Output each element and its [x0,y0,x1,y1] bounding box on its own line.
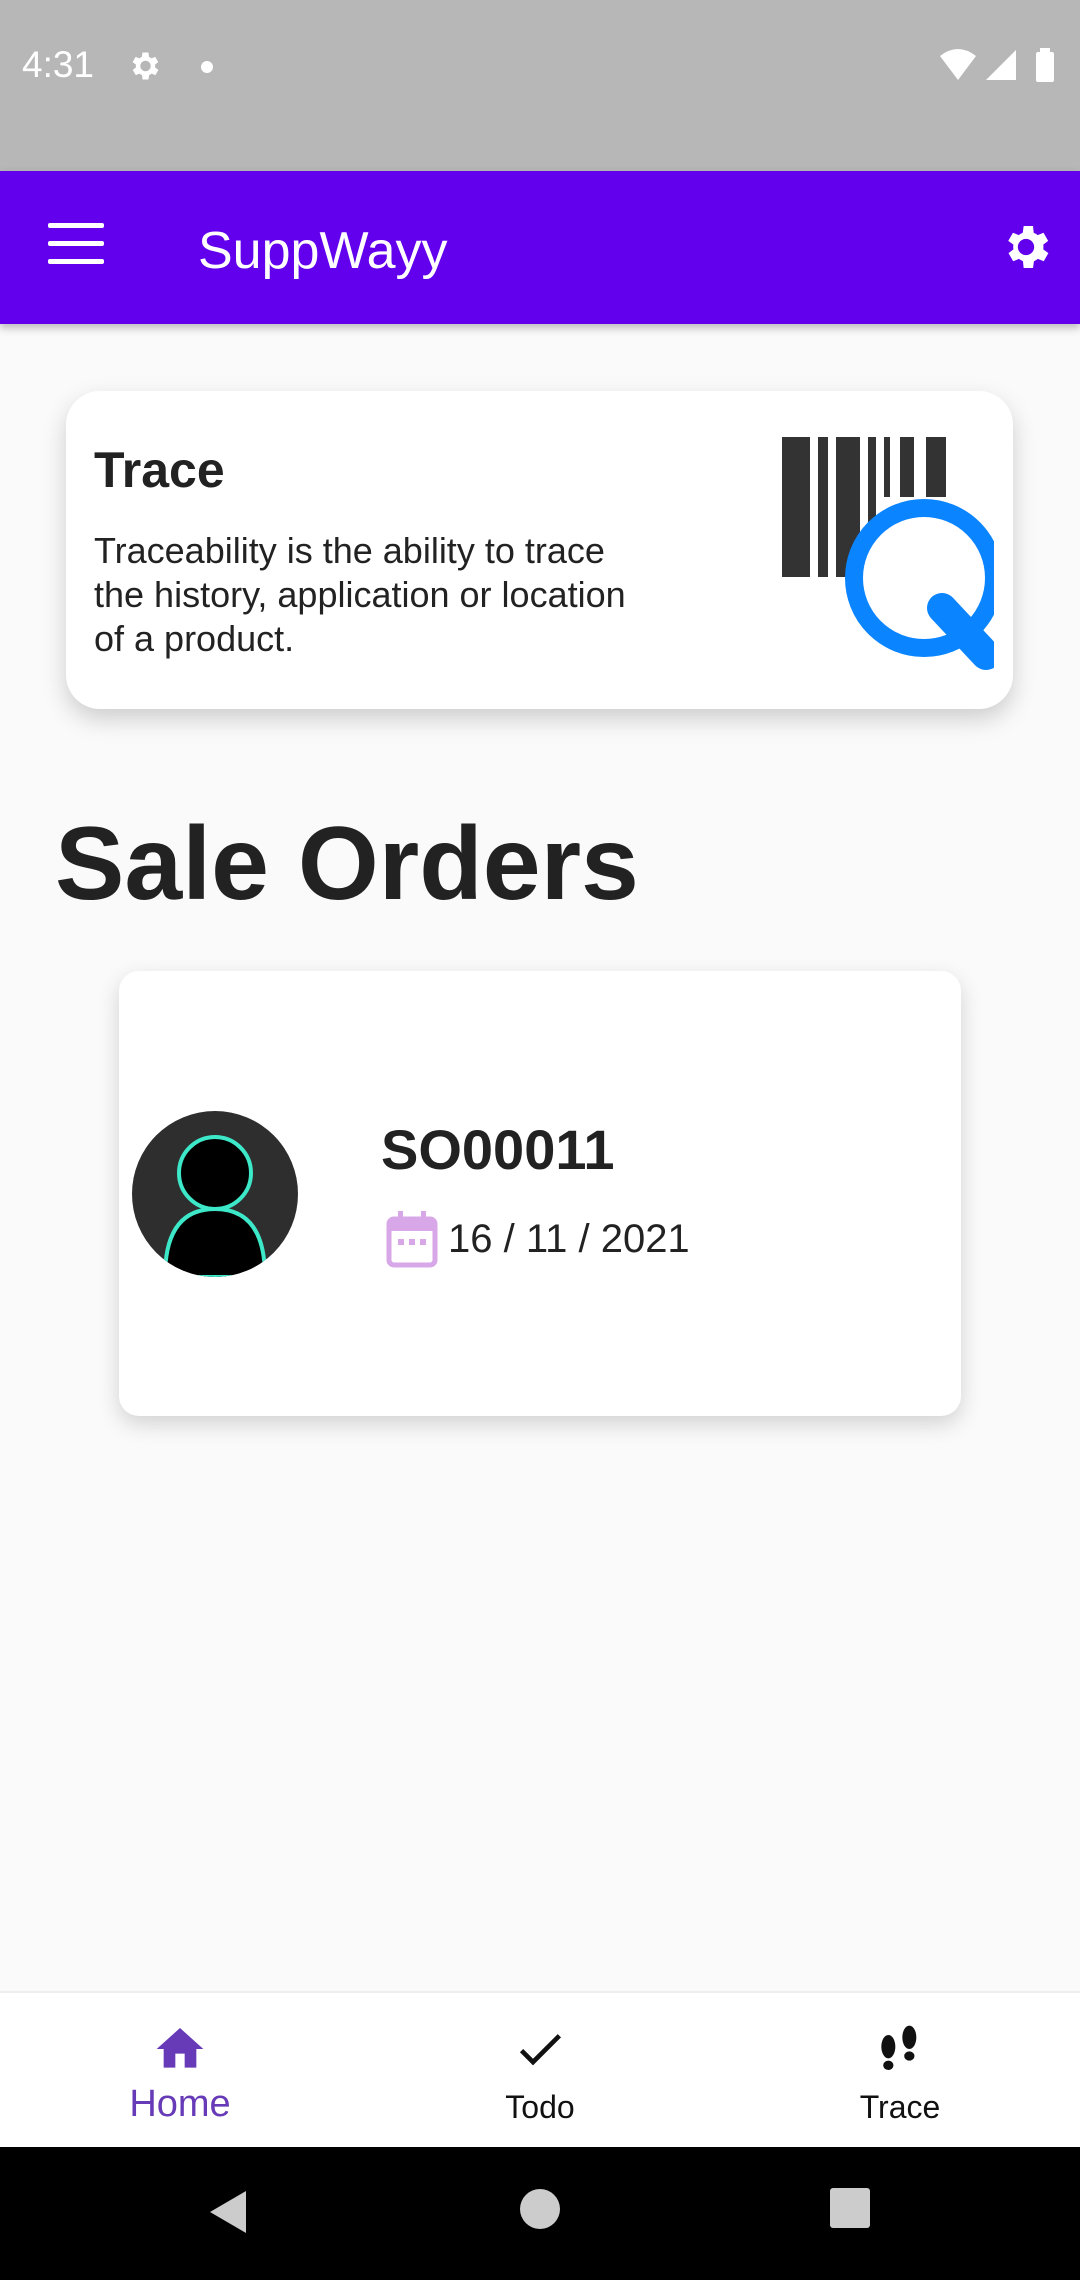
gear-icon [132,52,159,80]
bottom-nav: Home Todo Trace [0,1991,1080,2149]
status-time: 4:31 [22,44,95,85]
app-bar: SuppWayy [0,171,1080,324]
order-card[interactable]: SO00011 16 / 11 / 2021 [119,971,961,1416]
back-icon[interactable] [206,2187,248,2237]
home-circle-icon[interactable] [518,2187,562,2231]
nav-label-home: Home [129,2083,231,2125]
notification-dot-icon [201,61,213,73]
status-bar: 4:31 [0,0,1080,171]
check-icon [519,2034,561,2066]
signal-icon [986,50,1016,80]
recents-icon[interactable] [829,2187,871,2229]
menu-icon[interactable] [48,223,104,273]
nav-item-home[interactable]: Home [0,1993,360,2149]
settings-icon[interactable] [998,219,1054,275]
footprints-icon [881,2025,917,2070]
calendar-icon [386,1211,438,1268]
status-right-icons [940,48,1054,82]
trace-card-description: Traceability is the ability to trace the… [94,530,626,659]
nav-item-trace[interactable]: Trace [720,1993,1080,2149]
system-nav [0,2147,1080,2280]
nav-item-todo[interactable]: Todo [360,1993,720,2149]
order-id: SO00011 [381,1118,615,1181]
nav-label-trace: Trace [859,2089,941,2125]
user-avatar-icon [132,1111,298,1277]
trace-card[interactable]: Trace Traceability is the ability to tra… [66,391,1013,709]
nav-label-todo: Todo [505,2089,575,2125]
battery-icon [1036,52,1054,82]
wifi-icon [940,49,976,80]
trace-card-title: Trace [94,442,225,498]
barcode-search-icon [782,437,994,670]
order-date: 16 / 11 / 2021 [448,1217,690,1261]
sale-orders-heading: Sale Orders [55,806,639,922]
app-title: SuppWayy [198,222,448,280]
home-icon [156,2028,204,2068]
